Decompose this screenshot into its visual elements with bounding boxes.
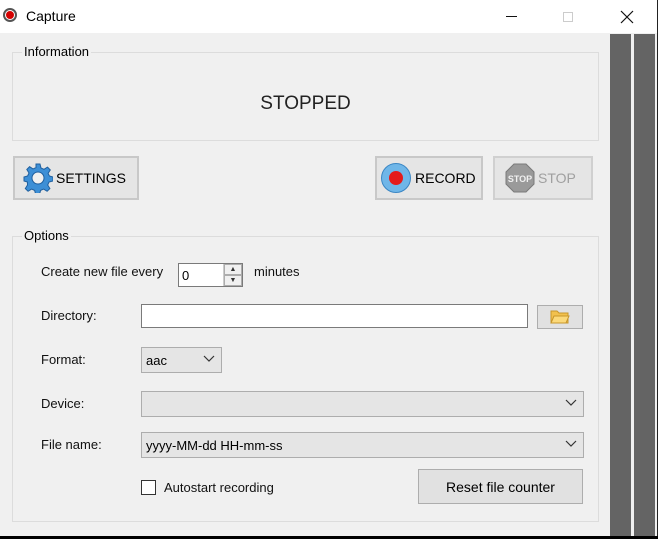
reset-label: Reset file counter xyxy=(446,478,555,495)
options-group-label: Options xyxy=(22,228,71,243)
level-meter-right xyxy=(634,34,655,536)
split-label: Create new file every xyxy=(41,264,164,279)
maximize-icon xyxy=(563,11,573,22)
autostart-label: Autostart recording xyxy=(164,480,274,495)
filename-label: File name: xyxy=(41,437,102,452)
status-text: STOPPED xyxy=(260,93,351,114)
settings-button[interactable]: SETTINGS xyxy=(13,156,139,200)
window-title: Capture xyxy=(26,8,76,24)
device-label: Device: xyxy=(41,396,85,411)
reset-file-counter-button[interactable]: Reset file counter xyxy=(418,469,583,504)
level-meter-left xyxy=(610,34,631,536)
stepper-up-icon[interactable]: ▲ xyxy=(224,264,242,275)
chevron-down-icon xyxy=(565,440,577,447)
information-group-label: Information xyxy=(22,44,92,59)
record-icon xyxy=(381,163,411,193)
split-unit-label: minutes xyxy=(254,264,300,279)
settings-label: SETTINGS xyxy=(56,170,127,186)
filename-select[interactable]: yyyy-MM-dd HH-mm-ss xyxy=(141,432,584,458)
close-icon xyxy=(620,10,634,23)
autostart-checkbox[interactable] xyxy=(141,480,156,495)
stop-sign-icon: STOP xyxy=(505,163,535,193)
folder-icon xyxy=(550,310,570,324)
directory-label: Directory: xyxy=(41,308,97,323)
minimize-icon xyxy=(505,16,517,17)
device-select[interactable] xyxy=(141,391,584,417)
maximize-button[interactable] xyxy=(545,0,591,33)
title-bar[interactable]: Capture xyxy=(0,0,657,33)
information-group: Information STOPPED xyxy=(12,44,599,141)
browse-directory-button[interactable] xyxy=(537,305,583,329)
filename-value: yyyy-MM-dd HH-mm-ss xyxy=(146,438,283,453)
format-label: Format: xyxy=(41,352,86,367)
stepper-buttons: ▲ ▼ xyxy=(223,264,242,286)
stop-button[interactable]: STOP STOP xyxy=(493,156,593,200)
format-value: aac xyxy=(146,353,167,368)
record-app-icon xyxy=(3,8,17,22)
chevron-down-icon xyxy=(203,355,215,362)
capture-window: Capture Information STOPPED SETTINGS REC… xyxy=(0,0,658,536)
split-minutes-stepper[interactable]: 0 ▲ ▼ xyxy=(178,263,243,287)
record-label: RECORD xyxy=(415,170,476,186)
gear-icon xyxy=(23,163,53,193)
record-button[interactable]: RECORD xyxy=(375,156,483,200)
stop-sign-text: STOP xyxy=(508,174,532,184)
format-select[interactable]: aac xyxy=(141,347,222,373)
minimize-button[interactable] xyxy=(488,0,534,33)
directory-input[interactable] xyxy=(141,304,528,328)
stop-label: STOP xyxy=(538,170,576,186)
stepper-down-icon[interactable]: ▼ xyxy=(224,275,242,286)
close-button[interactable] xyxy=(604,0,650,33)
chevron-down-icon xyxy=(565,399,577,406)
split-minutes-value: 0 xyxy=(182,268,190,283)
